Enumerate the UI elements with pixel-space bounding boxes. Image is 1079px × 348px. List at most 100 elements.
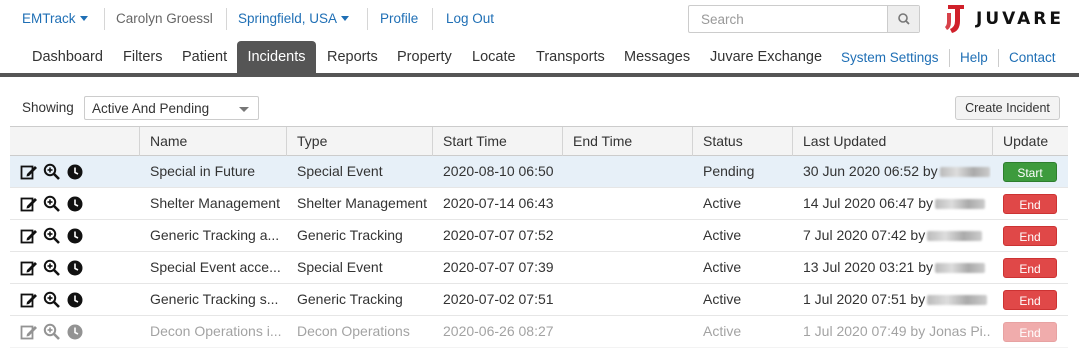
incident-name[interactable]: Special in Future bbox=[150, 156, 285, 188]
search-box bbox=[688, 5, 920, 33]
profile-link[interactable]: Profile bbox=[380, 11, 418, 26]
row-actions bbox=[20, 259, 90, 277]
juvare-logo-icon bbox=[945, 5, 964, 33]
edit-icon[interactable] bbox=[20, 163, 38, 181]
clock-icon[interactable] bbox=[66, 323, 84, 341]
location-menu[interactable]: Springfield, USA bbox=[238, 11, 350, 26]
end-button[interactable]: End bbox=[1003, 194, 1057, 214]
incident-start-time: 2020-08-10 06:50 bbox=[443, 163, 554, 179]
tab-filters[interactable]: Filters bbox=[123, 41, 162, 73]
tab-property[interactable]: Property bbox=[397, 41, 452, 73]
user-name: Carolyn Groessl bbox=[116, 11, 213, 26]
column-header-status[interactable]: Status bbox=[692, 127, 792, 157]
row-actions bbox=[20, 323, 90, 341]
redacted-username bbox=[939, 167, 990, 178]
incident-start-time: 2020-07-02 07:51 bbox=[443, 291, 554, 307]
divider bbox=[226, 8, 227, 30]
tab-patient[interactable]: Patient bbox=[182, 41, 227, 73]
incident-type: Special Event bbox=[297, 259, 383, 275]
redacted-username bbox=[935, 263, 985, 274]
end-button[interactable]: End bbox=[1003, 290, 1057, 310]
help-link[interactable]: Help bbox=[960, 41, 988, 73]
divider bbox=[367, 8, 368, 30]
column-header-end-time[interactable]: End Time bbox=[562, 127, 692, 157]
clock-icon[interactable] bbox=[66, 195, 84, 213]
edit-icon[interactable] bbox=[20, 227, 38, 245]
last-updated-text: 1 Jul 2020 07:51 by bbox=[803, 291, 926, 307]
incident-type: Decon Operations bbox=[297, 323, 410, 339]
system-settings-link[interactable]: System Settings bbox=[841, 41, 939, 73]
incident-type: Generic Tracking bbox=[297, 227, 403, 243]
zoom-in-icon[interactable] bbox=[43, 163, 61, 181]
incident-name[interactable]: Decon Operations i... bbox=[150, 316, 285, 348]
incident-start-time: 2020-06-26 08:27 bbox=[443, 323, 554, 339]
column-header-last-updated[interactable]: Last Updated bbox=[792, 127, 992, 157]
clock-icon[interactable] bbox=[66, 291, 84, 309]
logout-link[interactable]: Log Out bbox=[446, 11, 494, 26]
end-button[interactable]: End bbox=[1003, 226, 1057, 246]
tab-locate[interactable]: Locate bbox=[472, 41, 516, 73]
incident-name[interactable]: Generic Tracking s... bbox=[150, 284, 285, 316]
clock-icon[interactable] bbox=[66, 259, 84, 277]
divider bbox=[104, 8, 105, 30]
table-header: Name Type Start Time End Time Status Las… bbox=[10, 126, 1068, 157]
incident-end-time bbox=[573, 284, 691, 316]
edit-icon[interactable] bbox=[20, 259, 38, 277]
tab-dashboard[interactable]: Dashboard bbox=[32, 41, 103, 73]
tab-juvare-exchange[interactable]: Juvare Exchange bbox=[710, 41, 822, 73]
status-filter-value: Active And Pending bbox=[92, 101, 210, 116]
create-incident-button[interactable]: Create Incident bbox=[955, 96, 1060, 120]
zoom-in-icon[interactable] bbox=[43, 259, 61, 277]
divider bbox=[432, 8, 433, 30]
zoom-in-icon[interactable] bbox=[43, 291, 61, 309]
search-input[interactable] bbox=[689, 6, 887, 32]
column-header-start-time[interactable]: Start Time bbox=[432, 127, 562, 157]
incident-last-updated: 7 Jul 2020 07:42 by bbox=[803, 220, 991, 252]
search-button[interactable] bbox=[887, 6, 919, 32]
incident-last-updated: 13 Jul 2020 03:21 by bbox=[803, 252, 991, 284]
edit-icon[interactable] bbox=[20, 195, 38, 213]
clock-icon[interactable] bbox=[66, 227, 84, 245]
incident-name[interactable]: Shelter Management bbox=[150, 188, 285, 220]
column-header-type[interactable]: Type bbox=[286, 127, 432, 157]
edit-icon[interactable] bbox=[20, 323, 38, 341]
incident-start-time: 2020-07-14 06:43 bbox=[443, 195, 554, 211]
table-row[interactable]: Special in Future Special Event 2020-08-10… bbox=[10, 156, 1068, 188]
incident-status: Active bbox=[703, 323, 742, 339]
incident-end-time bbox=[573, 316, 691, 348]
incident-name[interactable]: Generic Tracking a... bbox=[150, 220, 285, 252]
tab-messages[interactable]: Messages bbox=[624, 41, 690, 73]
zoom-in-icon[interactable] bbox=[43, 227, 61, 245]
incident-name[interactable]: Special Event acce... bbox=[150, 252, 285, 284]
showing-label: Showing bbox=[22, 100, 74, 115]
tab-transports[interactable]: Transports bbox=[536, 41, 605, 73]
row-actions bbox=[20, 163, 90, 181]
table-row[interactable]: Special Event acce... Special Event 2020-0… bbox=[10, 252, 1068, 284]
clock-icon[interactable] bbox=[66, 163, 84, 181]
table-row[interactable]: Generic Tracking s... Generic Tracking 202… bbox=[10, 284, 1068, 316]
app-menu[interactable]: EMTrack bbox=[22, 11, 88, 26]
last-updated-text: 13 Jul 2020 03:21 by bbox=[803, 259, 933, 275]
tab-reports[interactable]: Reports bbox=[327, 41, 378, 73]
caret-down-icon bbox=[79, 15, 88, 21]
last-updated-text: 30 Jun 2020 06:52 by bbox=[803, 163, 938, 179]
incident-status: Active bbox=[703, 195, 742, 211]
status-filter-select[interactable]: Active And Pending bbox=[84, 96, 259, 120]
table-row[interactable]: Decon Operations i... Decon Operations 202… bbox=[10, 316, 1068, 348]
end-button[interactable]: End bbox=[1003, 322, 1057, 342]
column-header-name[interactable]: Name bbox=[139, 127, 286, 157]
table-row[interactable]: Generic Tracking a... Generic Tracking 202… bbox=[10, 220, 1068, 252]
table-row[interactable]: Shelter Management Shelter Management 2020… bbox=[10, 188, 1068, 220]
column-header-actions bbox=[10, 127, 139, 157]
edit-icon[interactable] bbox=[20, 291, 38, 309]
end-button[interactable]: End bbox=[1003, 258, 1057, 278]
contact-link[interactable]: Contact bbox=[1009, 41, 1056, 73]
incident-end-time bbox=[573, 156, 691, 188]
divider bbox=[998, 49, 999, 67]
last-updated-text: 1 Jul 2020 07:49 by Jonas Pi... bbox=[803, 323, 991, 339]
zoom-in-icon[interactable] bbox=[43, 195, 61, 213]
tab-incidents[interactable]: Incidents bbox=[237, 41, 316, 73]
incident-start-time: 2020-07-07 07:39 bbox=[443, 259, 554, 275]
zoom-in-icon[interactable] bbox=[43, 323, 61, 341]
start-button[interactable]: Start bbox=[1003, 162, 1057, 182]
